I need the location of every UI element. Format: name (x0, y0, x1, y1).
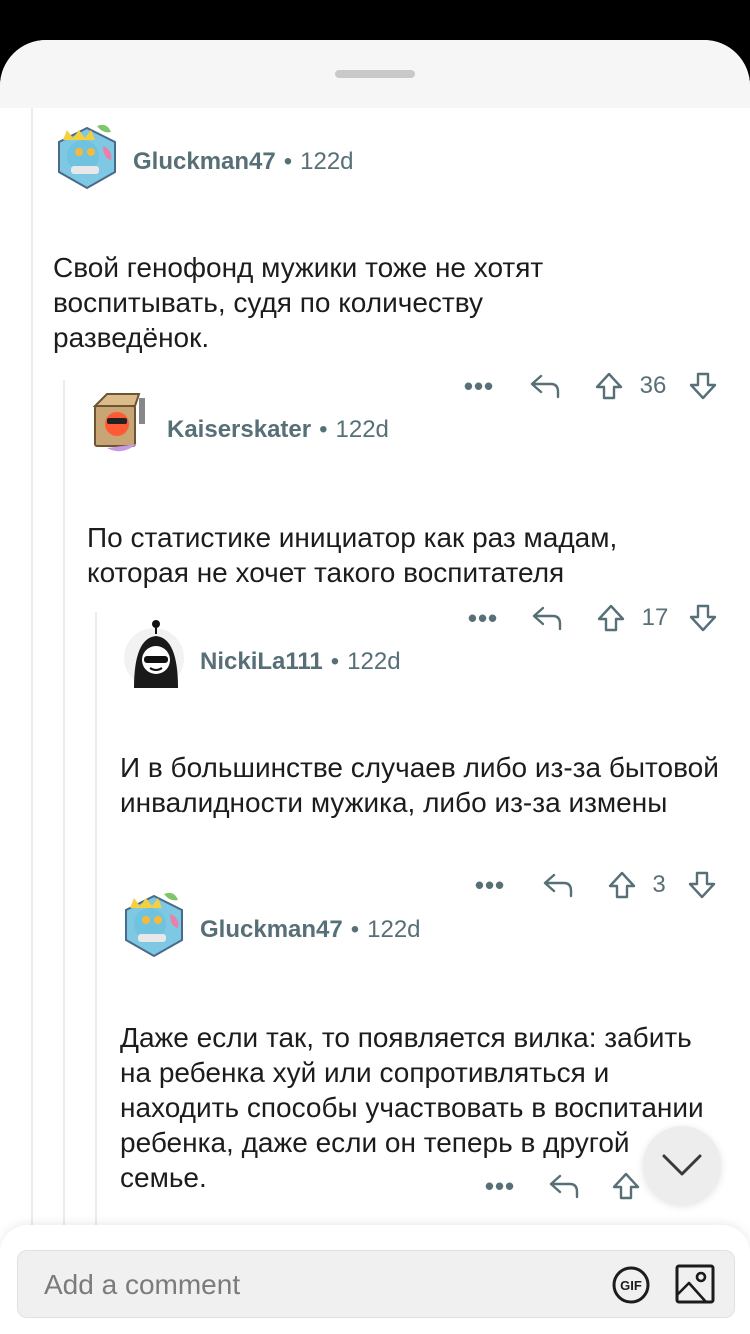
drag-handle[interactable] (335, 70, 415, 78)
comment: Kaiserskater • 122d По статистике инициато… (87, 382, 750, 633)
meta-separator: • (319, 416, 328, 443)
comment-age: 122d (347, 648, 401, 675)
gif-icon[interactable]: GIF (611, 1265, 651, 1305)
scroll-down-button[interactable] (643, 1126, 721, 1204)
comment-meta: Gluckman47 • 122d (200, 916, 421, 944)
comment-input[interactable]: Add a comment GIF (17, 1250, 735, 1318)
avatar[interactable] (120, 886, 188, 958)
comment-text: И в большинстве случаев либо из-за бытов… (120, 752, 719, 818)
chevron-down-icon (662, 1154, 702, 1176)
avatar[interactable] (120, 618, 188, 690)
comment-actions: ••• (482, 1166, 642, 1206)
thread-line[interactable] (63, 380, 65, 1280)
upvote-icon (612, 1172, 640, 1200)
meta-separator: • (350, 916, 360, 943)
thread-line[interactable] (31, 108, 33, 1288)
comment-meta: Gluckman47 • 122d (133, 148, 354, 176)
comment-input-placeholder: Add a comment (44, 1269, 241, 1300)
comments-sheet: Gluckman47 • 122d Свой генофонд мужики тож… (0, 40, 750, 1334)
comment-composer: Add a comment GIF (0, 1225, 750, 1334)
author-name[interactable]: Kaiserskater (167, 416, 311, 443)
comment-age: 122d (300, 148, 354, 175)
gif-label: GIF (620, 1278, 642, 1293)
avatar[interactable] (87, 386, 155, 458)
author-name[interactable]: Gluckman47 (200, 916, 343, 943)
reply-icon (549, 1174, 579, 1199)
comment-text: По статистике инициатор как раз мадам, к… (87, 522, 618, 588)
upvote-button[interactable] (606, 1166, 646, 1206)
meta-separator: • (283, 148, 293, 175)
author-name[interactable]: NickiLa111 (200, 648, 323, 675)
comment-meta: Kaiserskater • 122d (167, 416, 389, 444)
comment-age: 122d (335, 416, 389, 443)
reply-button[interactable] (544, 1166, 584, 1206)
comment-text: Свой генофонд мужики тоже не хотят воспи… (53, 252, 544, 353)
thread-line[interactable] (95, 612, 97, 1272)
comment: Gluckman47 • 122d Свой генофонд мужики тож… (53, 114, 750, 404)
comment-age: 122d (367, 916, 421, 943)
author-name[interactable]: Gluckman47 (133, 148, 276, 175)
more-options-button[interactable]: ••• (482, 1166, 518, 1206)
meta-separator: • (330, 648, 340, 675)
comment: NickiLa111 • 122d И в большинстве случаев … (120, 614, 750, 900)
image-icon[interactable] (674, 1263, 716, 1305)
comment-meta: NickiLa111 • 122d (200, 648, 401, 676)
sheet-header (0, 40, 750, 108)
avatar[interactable] (53, 118, 121, 190)
